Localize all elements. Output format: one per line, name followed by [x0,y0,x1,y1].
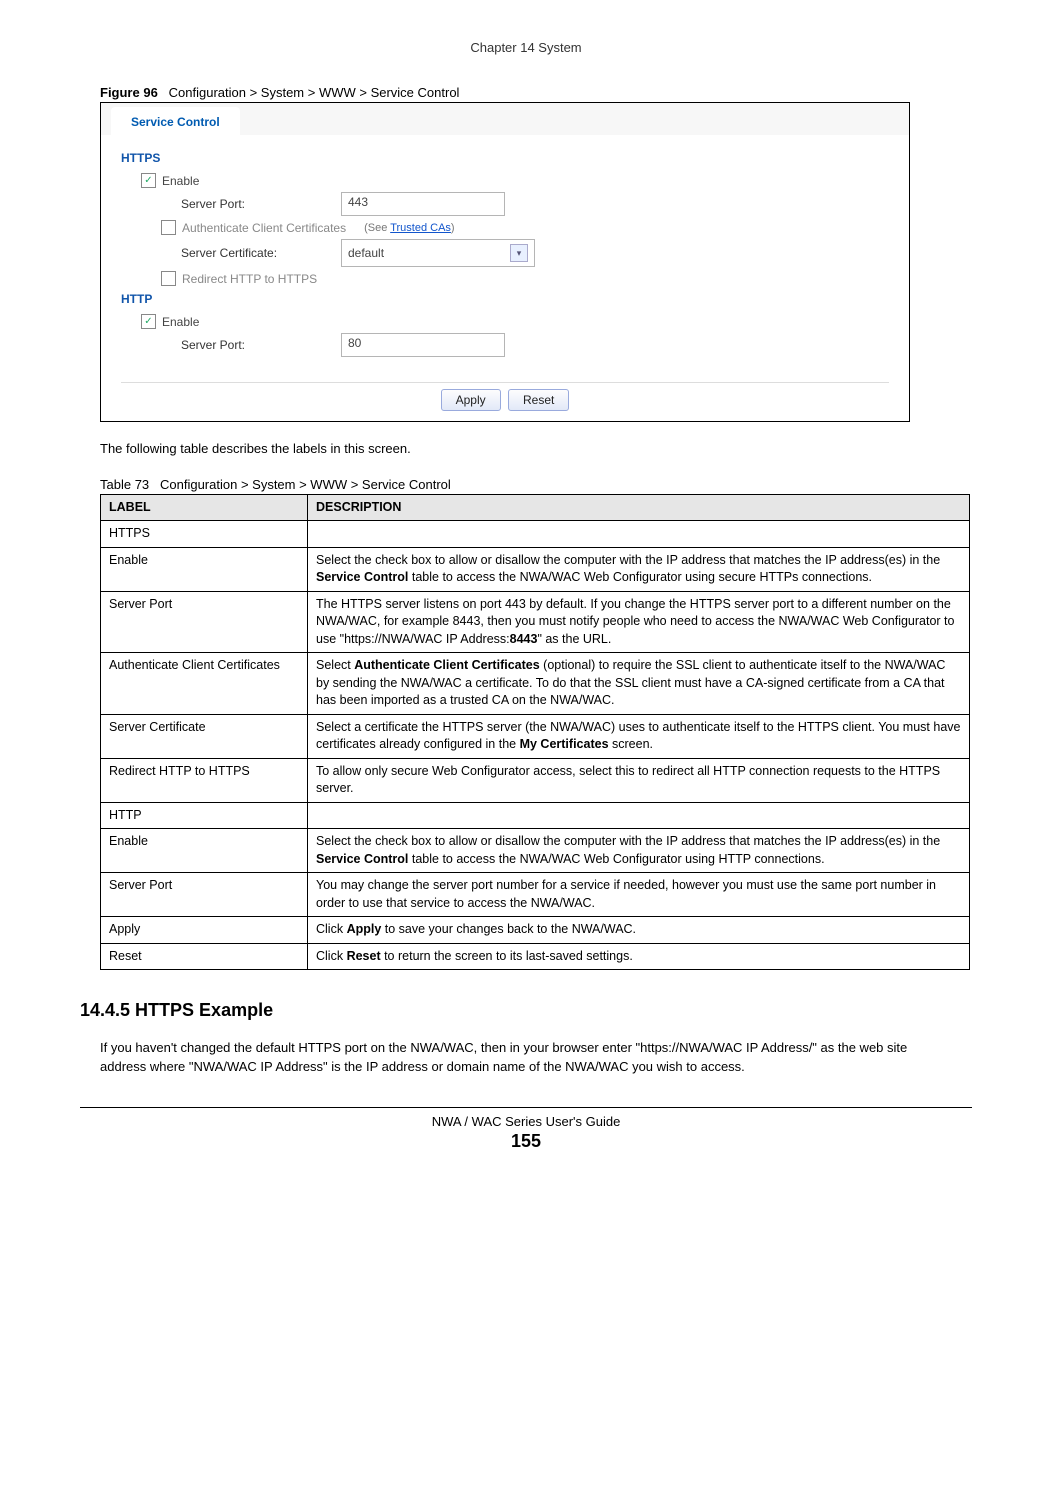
page-footer: NWA / WAC Series User's Guide 155 [80,1107,972,1152]
table-row: Reset Click Reset to return the screen t… [101,943,970,970]
figure-caption-text: Configuration > System > WWW > Service C… [169,85,460,100]
https-server-port-input[interactable]: 443 [341,192,505,216]
intro-paragraph: The following table describes the labels… [100,440,952,459]
table-row: HTTP [101,802,970,829]
http-section-title: HTTP [121,292,889,306]
example-paragraph: If you haven't changed the default HTTPS… [100,1039,952,1077]
https-server-cert-select[interactable]: default ▾ [341,239,535,267]
https-redirect-label: Redirect HTTP to HTTPS [182,272,317,286]
http-enable-checkbox[interactable]: ✓ [141,314,156,329]
table-header-row: LABEL DESCRIPTION [101,494,970,521]
table-row: Authenticate Client Certificates Select … [101,653,970,715]
footer-guide-name: NWA / WAC Series User's Guide [80,1114,972,1129]
table-row: Redirect HTTP to HTTPS To allow only sec… [101,758,970,802]
https-section-title: HTTPS [121,151,889,165]
table-row: Server Port The HTTPS server listens on … [101,591,970,653]
table-row: Apply Click Apply to save your changes b… [101,917,970,944]
th-desc: DESCRIPTION [308,494,970,521]
screenshot-figure: Service Control HTTPS ✓ Enable Server Po… [100,102,910,422]
page-number: 155 [80,1131,972,1152]
trusted-cas-link[interactable]: Trusted CAs [390,222,451,234]
table-row: Enable Select the check box to allow or … [101,829,970,873]
table-row: Enable Select the check box to allow or … [101,547,970,591]
table-row: Server Port You may change the server po… [101,873,970,917]
figure-caption: Figure 96 Configuration > System > WWW >… [100,85,972,100]
https-server-port-label: Server Port: [181,197,341,211]
http-server-port-input[interactable]: 80 [341,333,505,357]
figure-label: Figure 96 [100,85,158,100]
https-auth-cert-checkbox[interactable] [161,220,176,235]
description-table: LABEL DESCRIPTION HTTPS Enable Select th… [100,494,970,971]
tab-service-control[interactable]: Service Control [111,107,240,135]
reset-button[interactable]: Reset [508,389,569,411]
table-caption: Table 73 Configuration > System > WWW > … [100,477,972,492]
http-enable-label: Enable [162,315,199,329]
table-row: Server Certificate Select a certificate … [101,714,970,758]
https-auth-cert-label: Authenticate Client Certificates [182,221,346,235]
http-server-port-label: Server Port: [181,338,341,352]
button-bar: Apply Reset [121,382,889,421]
https-server-cert-label: Server Certificate: [181,246,341,260]
table-label: Table 73 [100,477,149,492]
chapter-header: Chapter 14 System [80,40,972,55]
table-row: HTTPS [101,521,970,548]
apply-button[interactable]: Apply [441,389,501,411]
https-enable-checkbox[interactable]: ✓ [141,173,156,188]
section-heading-https-example: 14.4.5 HTTPS Example [80,1000,972,1021]
th-label: LABEL [101,494,308,521]
https-enable-label: Enable [162,174,199,188]
chevron-down-icon: ▾ [510,244,528,262]
tab-bar: Service Control [101,103,909,135]
table-caption-text: Configuration > System > WWW > Service C… [160,477,451,492]
see-text: (See Trusted CAs) [364,222,455,234]
https-redirect-checkbox[interactable] [161,271,176,286]
